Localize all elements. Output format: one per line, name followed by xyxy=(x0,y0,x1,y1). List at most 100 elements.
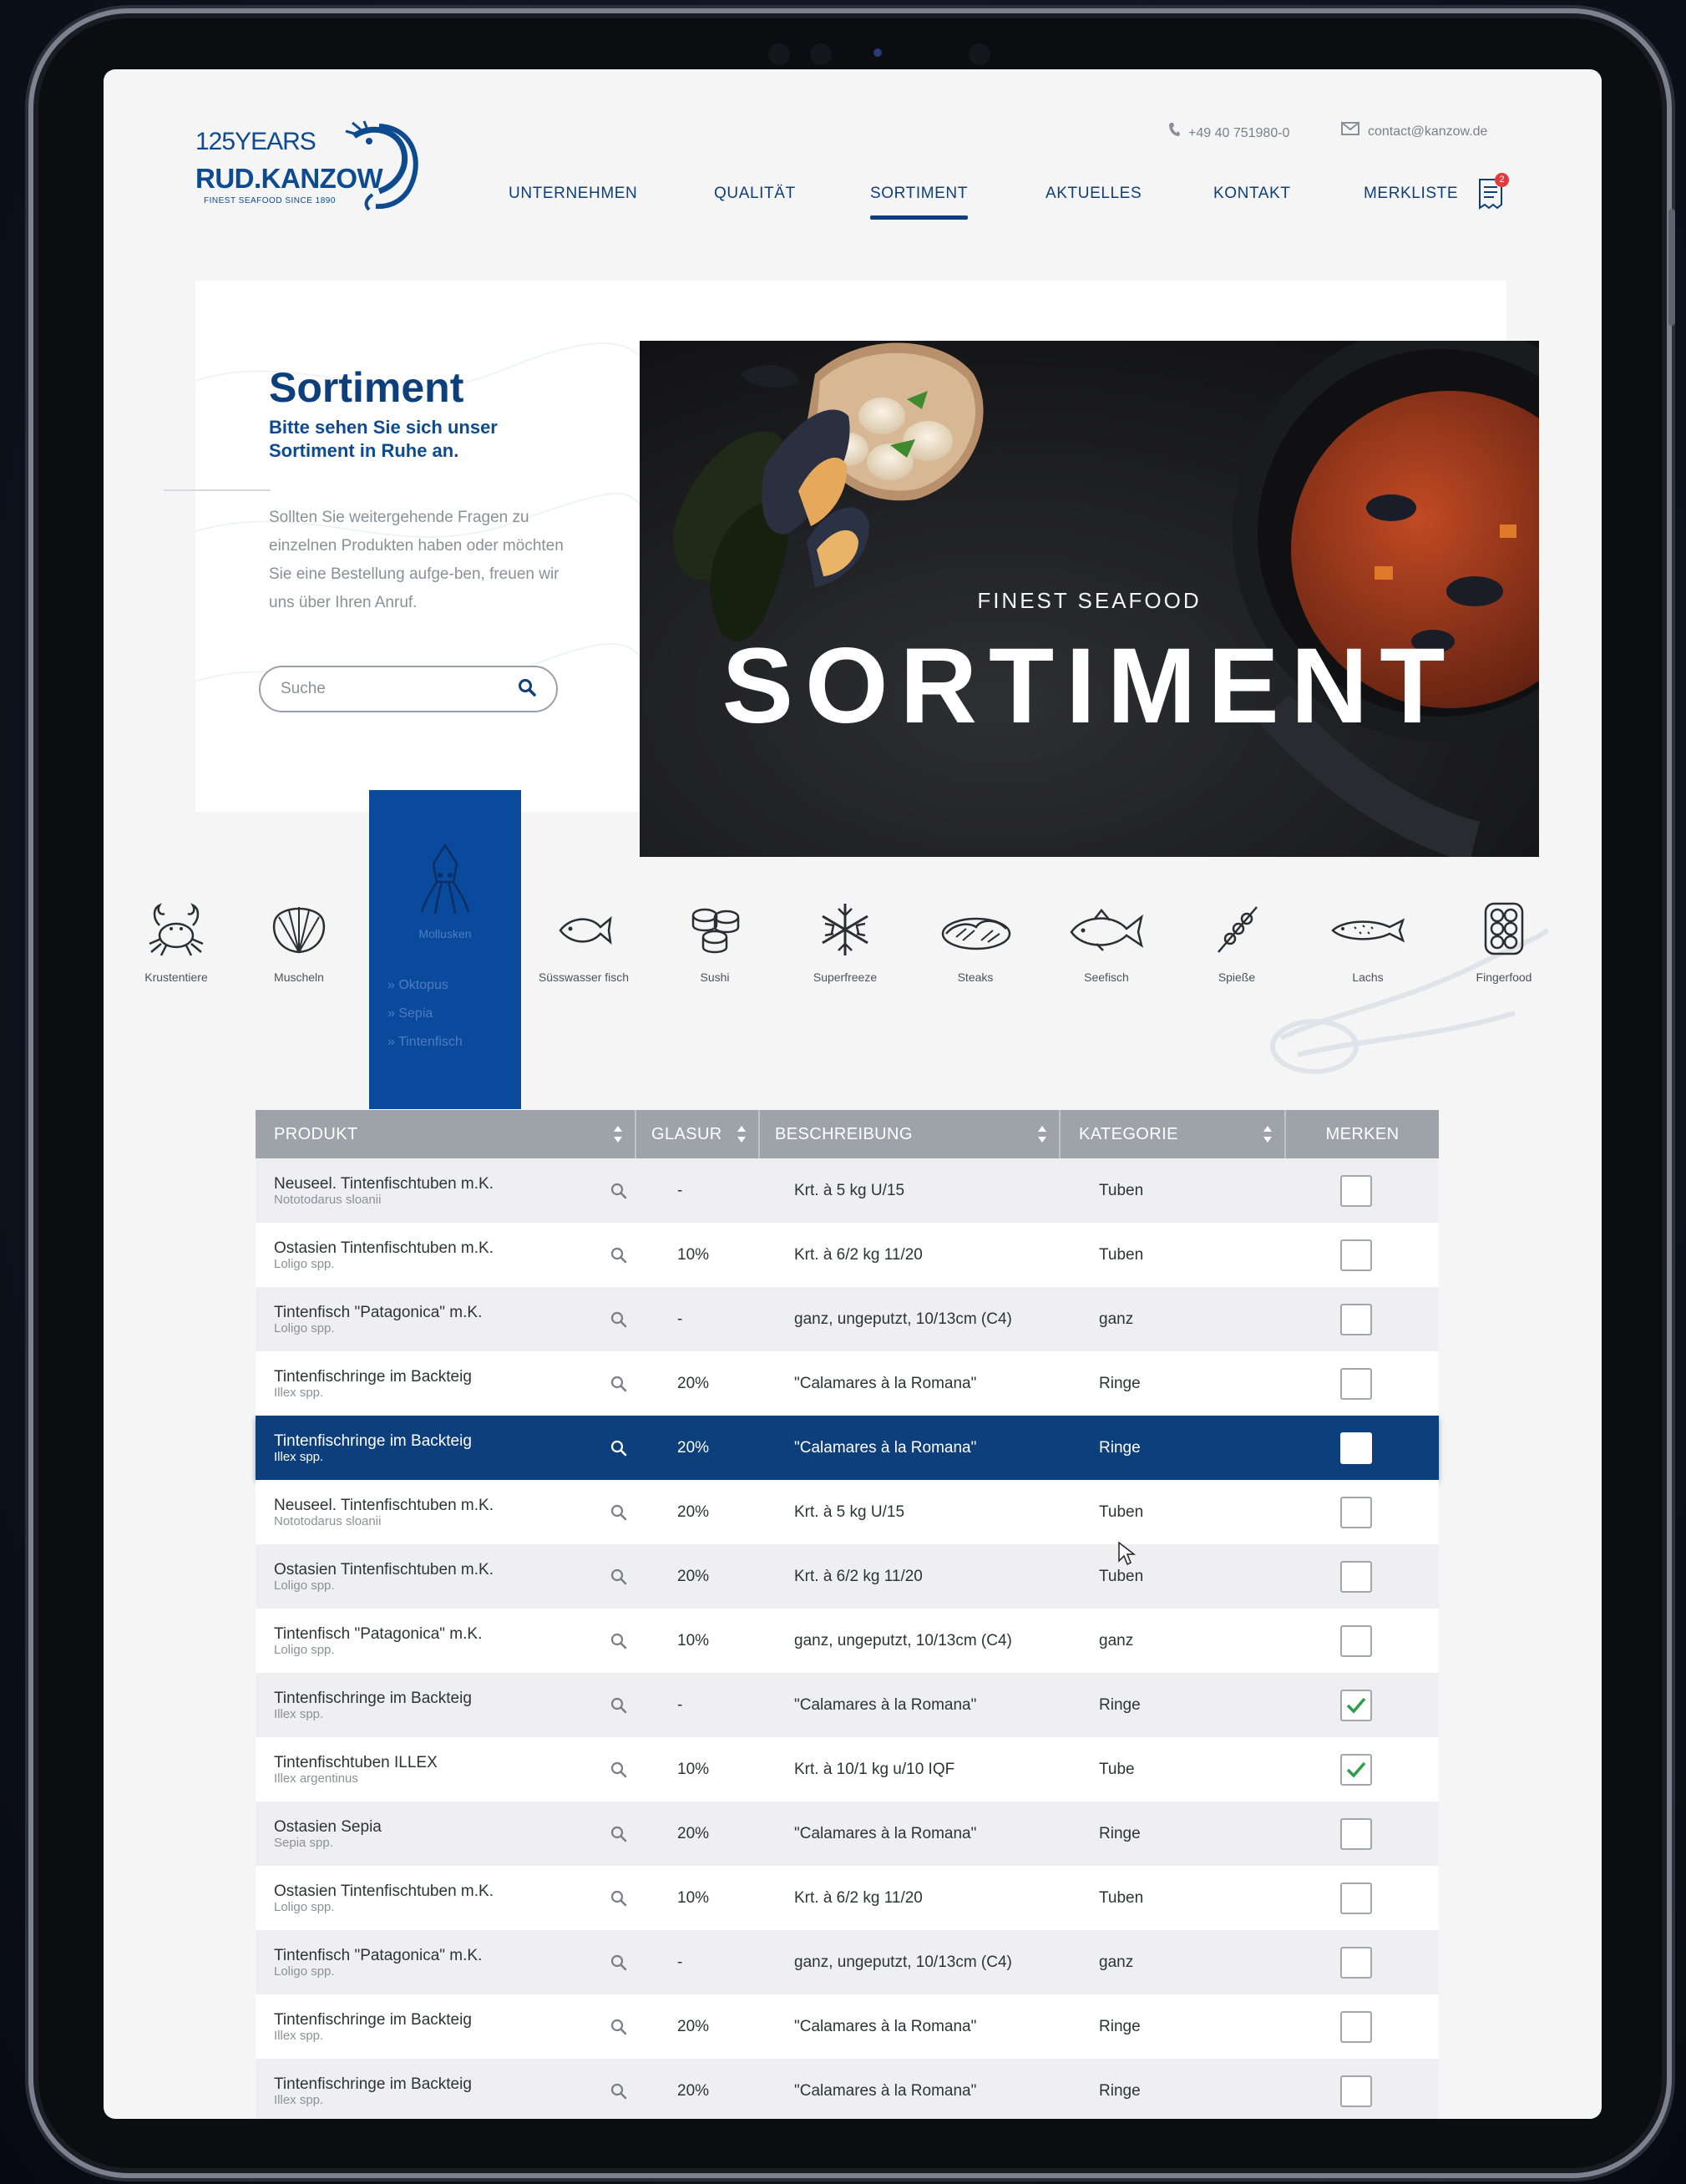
table-row[interactable]: Tintenfischringe im Backteig Illex spp. … xyxy=(256,1351,1439,1416)
category-seefisch[interactable]: Seefisch xyxy=(1052,900,1161,985)
category-lachs[interactable]: Lachs xyxy=(1314,900,1422,985)
category-spiesse[interactable]: Spieße xyxy=(1182,900,1291,985)
merken-checkbox[interactable] xyxy=(1340,2010,1372,2043)
table-row[interactable]: Tintenfischringe im Backteig Illex spp. … xyxy=(256,1994,1439,2059)
category-fingerfood[interactable]: Fingerfood xyxy=(1450,900,1558,985)
page-subtitle: Bitte sehen Sie sich unser Sortiment in … xyxy=(269,417,498,461)
category-krustentiere[interactable]: Krustentiere xyxy=(122,900,230,985)
details-button[interactable] xyxy=(606,1351,631,1416)
table-row[interactable]: Ostasien Tintenfischtuben m.K. Loligo sp… xyxy=(256,1544,1439,1609)
details-button[interactable] xyxy=(606,1416,631,1480)
beschreibung-cell: "Calamares à la Romana" xyxy=(794,1825,977,1842)
details-button[interactable] xyxy=(606,1287,631,1351)
column-header-produkt[interactable]: PRODUKT xyxy=(256,1110,636,1158)
merken-checkbox[interactable] xyxy=(1340,1689,1372,1721)
column-header-kategorie[interactable]: KATEGORIE xyxy=(1061,1110,1286,1158)
magnifier-icon xyxy=(610,1826,627,1842)
details-button[interactable] xyxy=(606,1801,631,1866)
glasur-cell: - xyxy=(677,1696,683,1714)
beschreibung-cell: "Calamares à la Romana" xyxy=(794,1439,977,1457)
merken-checkbox[interactable] xyxy=(1340,1817,1372,1850)
merken-checkbox[interactable] xyxy=(1340,1882,1372,1914)
category-superfreeze[interactable]: Superfreeze xyxy=(791,900,899,985)
product-cell: Tintenfischtuben ILLEX Illex argentinus xyxy=(274,1737,591,1801)
merken-checkbox[interactable] xyxy=(1340,1946,1372,1979)
beschreibung-cell: ganz, ungeputzt, 10/13cm (C4) xyxy=(794,1632,1012,1649)
merken-cell xyxy=(1339,1801,1373,1866)
kategorie-cell: Ringe xyxy=(1099,1825,1141,1842)
table-row[interactable]: Tintenfisch "Patagonica" m.K. Loligo spp… xyxy=(256,1930,1439,1994)
table-row[interactable]: Ostasien Sepia Sepia spp. 20% "Calamares… xyxy=(256,1801,1439,1866)
table-row[interactable]: Neuseel. Tintenfischtuben m.K. Nototodar… xyxy=(256,1480,1439,1544)
column-header-beschreibung[interactable]: BESCHREIBUNG xyxy=(760,1110,1061,1158)
mouse-cursor-icon xyxy=(1118,1541,1136,1566)
nav-item-qualitaet[interactable]: QUALITÄT xyxy=(714,185,796,203)
merken-checkbox[interactable] xyxy=(1340,1496,1372,1528)
merken-checkbox[interactable] xyxy=(1340,1174,1372,1207)
details-button[interactable] xyxy=(606,1480,631,1544)
kategorie-cell: Ringe xyxy=(1099,1696,1141,1714)
subcategory-tintenfisch[interactable]: » Tintenfisch xyxy=(387,1028,463,1057)
nav-item-sortiment[interactable]: SORTIMENT xyxy=(870,185,968,220)
product-name: Tintenfischringe im Backteig xyxy=(274,1432,472,1450)
email-contact[interactable]: contact@kanzow.de xyxy=(1341,122,1487,139)
merken-checkbox[interactable] xyxy=(1340,1560,1372,1593)
merken-checkbox[interactable] xyxy=(1340,1624,1372,1657)
product-latin-name: Nototodarus sloanii xyxy=(274,1513,382,1528)
details-button[interactable] xyxy=(606,1866,631,1930)
details-button[interactable] xyxy=(606,1223,631,1287)
table-row[interactable]: Tintenfischtuben ILLEX Illex argentinus … xyxy=(256,1737,1439,1801)
category-muscheln[interactable]: Muscheln xyxy=(245,900,353,985)
nav-item-kontakt[interactable]: KONTAKT xyxy=(1213,185,1291,203)
phone-contact[interactable]: +49 40 751980-0 xyxy=(1168,122,1289,141)
details-button[interactable] xyxy=(606,1737,631,1801)
details-button[interactable] xyxy=(606,1609,631,1673)
details-button[interactable] xyxy=(606,2059,631,2119)
details-button[interactable] xyxy=(606,1673,631,1737)
product-name: Tintenfischringe im Backteig xyxy=(274,1689,472,1707)
magnifier-icon xyxy=(610,1504,627,1520)
nav-item-aktuelles[interactable]: AKTUELLES xyxy=(1046,185,1142,203)
column-header-glasur[interactable]: GLASUR xyxy=(636,1110,760,1158)
table-row[interactable]: Tintenfischringe im Backteig Illex spp. … xyxy=(256,1673,1439,1737)
product-name: Ostasien Tintenfischtuben m.K. xyxy=(274,1882,494,1900)
product-name: Neuseel. Tintenfischtuben m.K. xyxy=(274,1174,494,1193)
subcategory-sepia[interactable]: » Sepia xyxy=(387,1000,463,1028)
nav-item-unternehmen[interactable]: UNTERNEHMEN xyxy=(509,185,637,203)
merken-checkbox[interactable] xyxy=(1340,1753,1372,1786)
merkliste-count-badge: 2 xyxy=(1495,173,1509,187)
nav-item-merkliste[interactable]: MERKLISTE xyxy=(1364,185,1458,203)
category-mollusken[interactable]: Mollusken xyxy=(391,842,499,941)
merkliste-button[interactable]: 2 xyxy=(1477,173,1509,211)
magnifier-icon xyxy=(610,1568,627,1584)
table-row[interactable]: Tintenfisch "Patagonica" m.K. Loligo spp… xyxy=(256,1609,1439,1673)
table-row[interactable]: Neuseel. Tintenfischtuben m.K. Nototodar… xyxy=(256,1158,1439,1223)
category-steaks[interactable]: Steaks xyxy=(921,900,1030,985)
product-cell: Tintenfischringe im Backteig Illex spp. xyxy=(274,1994,591,2059)
merken-checkbox[interactable] xyxy=(1340,2075,1372,2107)
category-sushi[interactable]: Sushi xyxy=(661,900,769,985)
table-row[interactable]: Tintenfischringe im Backteig Illex spp. … xyxy=(256,2059,1439,2119)
product-cell: Ostasien Tintenfischtuben m.K. Loligo sp… xyxy=(274,1544,591,1609)
category-label: Sushi xyxy=(700,970,730,984)
merken-checkbox[interactable] xyxy=(1340,1432,1372,1464)
table-row[interactable]: Ostasien Tintenfischtuben m.K. Loligo sp… xyxy=(256,1866,1439,1930)
product-latin-name: Loligo spp. xyxy=(274,1320,335,1335)
beschreibung-cell: ganz, ungeputzt, 10/13cm (C4) xyxy=(794,1953,1012,1971)
merken-checkbox[interactable] xyxy=(1340,1239,1372,1271)
merken-checkbox[interactable] xyxy=(1340,1303,1372,1335)
glasur-cell: 10% xyxy=(677,1761,710,1778)
table-row[interactable]: Ostasien Tintenfischtuben m.K. Loligo sp… xyxy=(256,1223,1439,1287)
category-suesswasserfisch[interactable]: Süsswasser fisch xyxy=(529,900,638,985)
details-button[interactable] xyxy=(606,1544,631,1609)
merken-checkbox[interactable] xyxy=(1340,1367,1372,1400)
details-button[interactable] xyxy=(606,1994,631,2059)
details-button[interactable] xyxy=(606,1930,631,1994)
table-row[interactable]: Tintenfisch "Patagonica" m.K. Loligo spp… xyxy=(256,1287,1439,1351)
details-button[interactable] xyxy=(606,1158,631,1223)
search-input[interactable] xyxy=(281,676,506,702)
logo-years: 125YEARS xyxy=(195,128,316,155)
subcategory-oktopus[interactable]: » Oktopus xyxy=(387,971,463,1000)
search-icon[interactable] xyxy=(518,678,536,701)
table-row[interactable]: Tintenfischringe im Backteig Illex spp. … xyxy=(256,1416,1439,1480)
